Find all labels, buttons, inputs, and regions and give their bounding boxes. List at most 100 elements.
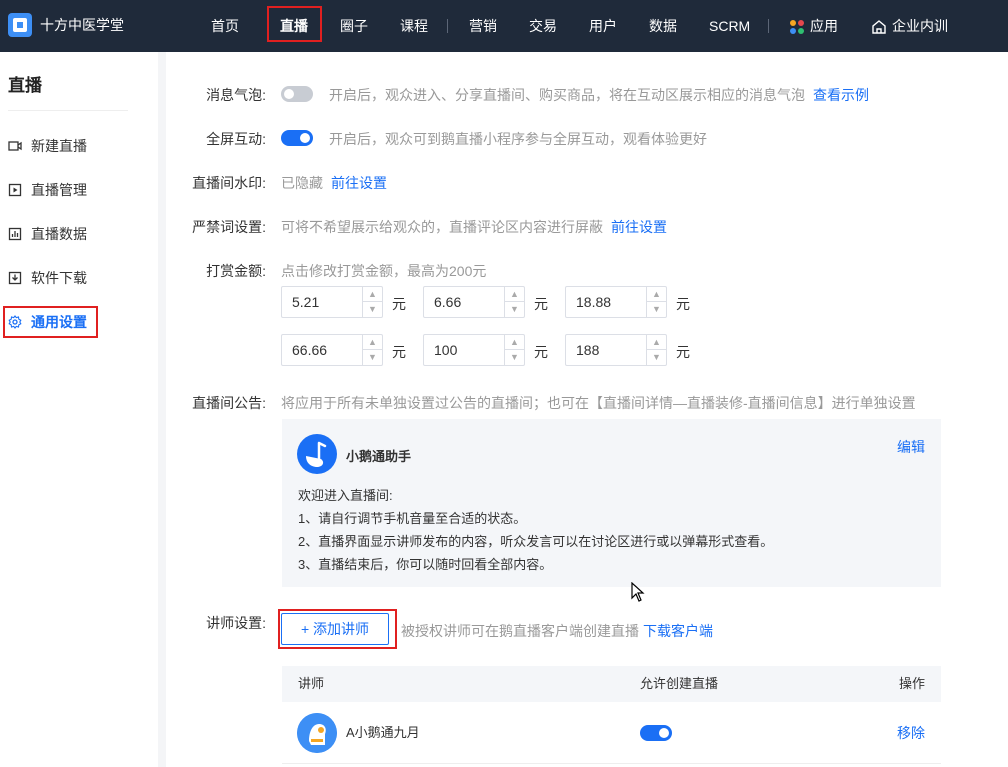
sidebar-item-label: 新建直播 <box>31 138 87 154</box>
notice-card: 小鹅通助手 编辑 欢迎进入直播间: 1、请自行调节手机音量至合适的状态。 2、直… <box>282 419 941 587</box>
sidebar-item-live-manage[interactable]: 直播管理 <box>8 180 87 200</box>
watermark-label: 直播间水印: <box>192 175 266 191</box>
nav-item-training[interactable]: 企业内训 <box>872 0 948 52</box>
bubble-desc: 开启后，观众进入、分享直播间、购买商品，将在互动区展示相应的消息气泡 <box>329 87 805 103</box>
chevron-up-icon[interactable]: ▲ <box>505 287 524 302</box>
banned-words-settings-link[interactable]: 前往设置 <box>611 217 667 237</box>
bubble-example-link[interactable]: 查看示例 <box>813 85 869 105</box>
reward-amount-value: 100 <box>434 342 458 358</box>
chevron-down-icon[interactable]: ▼ <box>505 302 524 317</box>
allow-create-toggle[interactable] <box>640 725 672 741</box>
sidebar-gutter <box>158 52 166 767</box>
table-row: A小鹅通九月 移除 <box>282 702 941 764</box>
reward-amount-input[interactable]: 188 ▲ ▼ <box>565 334 667 366</box>
nav-item-trade[interactable]: 交易 <box>529 0 557 52</box>
reward-unit: 元 <box>534 344 548 360</box>
nav-item-home[interactable]: 首页 <box>211 0 239 52</box>
mouse-cursor-icon <box>631 582 645 602</box>
brand-name: 十方中医学堂 <box>40 17 124 33</box>
reward-amount-input[interactable]: 18.88 ▲ ▼ <box>565 286 667 318</box>
remove-teacher-link[interactable]: 移除 <box>897 702 925 764</box>
sidebar-divider <box>8 110 128 111</box>
assistant-name: 小鹅通助手 <box>346 449 412 464</box>
sidebar-item-download[interactable]: 软件下载 <box>8 268 87 288</box>
chevron-up-icon[interactable]: ▲ <box>363 287 382 302</box>
banned-words-desc: 可将不希望展示给观众的，直播评论区内容进行屏蔽 <box>281 219 603 235</box>
stepper: ▲ ▼ <box>362 287 382 317</box>
video-camera-icon <box>8 141 22 151</box>
nav-training-label: 企业内训 <box>892 18 948 34</box>
banned-words-label: 严禁词设置: <box>192 219 266 235</box>
nav-apps-label: 应用 <box>810 18 838 34</box>
bubble-label: 消息气泡: <box>206 87 266 103</box>
teacher-name: A小鹅通九月 <box>346 725 420 740</box>
fullscreen-toggle[interactable] <box>281 130 313 146</box>
reward-amount-value: 5.21 <box>292 294 320 310</box>
col-action: 操作 <box>898 676 925 691</box>
building-icon <box>872 20 886 34</box>
download-icon <box>8 271 22 285</box>
bubble-toggle[interactable] <box>281 86 313 102</box>
teacher-label: 讲师设置: <box>206 615 266 631</box>
watermark-settings-link[interactable]: 前往设置 <box>331 173 387 193</box>
reward-amount-value: 18.88 <box>576 294 612 310</box>
sidebar-item-label: 软件下载 <box>31 270 87 286</box>
nav-item-data[interactable]: 数据 <box>649 0 677 52</box>
goose-mascot-icon <box>297 713 337 753</box>
nav-item-scrm[interactable]: SCRM <box>709 0 750 52</box>
chevron-down-icon[interactable]: ▼ <box>647 350 666 365</box>
notice-edit-link[interactable]: 编辑 <box>897 437 925 457</box>
sidebar-item-label: 直播管理 <box>31 182 87 198</box>
reward-amount-value: 6.66 <box>434 294 462 310</box>
reward-label: 打赏金额: <box>206 263 266 279</box>
chevron-up-icon[interactable]: ▲ <box>505 335 524 350</box>
bar-chart-icon <box>8 227 22 241</box>
chevron-up-icon[interactable]: ▲ <box>647 287 666 302</box>
stepper: ▲ ▼ <box>646 335 666 365</box>
chevron-up-icon[interactable]: ▲ <box>647 335 666 350</box>
stepper: ▲ ▼ <box>362 335 382 365</box>
chevron-down-icon[interactable]: ▼ <box>363 350 382 365</box>
teacher-desc: 被授权讲师可在鹅直播客户端创建直播 <box>401 623 639 639</box>
chevron-down-icon[interactable]: ▼ <box>647 302 666 317</box>
reward-desc: 点击修改打赏金额，最高为200元 <box>281 263 487 279</box>
add-teacher-highlight-box <box>278 609 397 649</box>
notice-line: 2、直播界面显示讲师发布的内容，听众发言可以在讨论区进行或以弹幕形式查看。 <box>298 534 774 549</box>
chevron-up-icon[interactable]: ▲ <box>363 335 382 350</box>
reward-unit: 元 <box>534 296 548 312</box>
sidebar-title: 直播 <box>8 76 42 95</box>
notice-label: 直播间公告: <box>192 395 266 411</box>
reward-amount-input[interactable]: 100 ▲ ▼ <box>423 334 525 366</box>
nav-item-apps[interactable]: 应用 <box>790 0 838 52</box>
nav-item-users[interactable]: 用户 <box>589 0 617 52</box>
play-square-icon <box>8 183 22 197</box>
stepper: ▲ ▼ <box>504 287 524 317</box>
fullscreen-label: 全屏互动: <box>206 131 266 147</box>
sidebar-item-label: 直播数据 <box>31 226 87 242</box>
chevron-down-icon[interactable]: ▼ <box>363 302 382 317</box>
brand[interactable]: 十方中医学堂 <box>8 13 124 37</box>
reward-unit: 元 <box>392 344 406 360</box>
avatar <box>297 713 337 753</box>
sidebar-item-live-data[interactable]: 直播数据 <box>8 224 87 244</box>
nav-item-circle[interactable]: 圈子 <box>340 0 368 52</box>
reward-amount-input[interactable]: 66.66 ▲ ▼ <box>281 334 383 366</box>
chevron-down-icon[interactable]: ▼ <box>505 350 524 365</box>
top-nav-bar: 十方中医学堂 首页 直播 圈子 课程 营销 交易 用户 数据 SCRM 应用 企… <box>0 0 1008 52</box>
nav-separator <box>768 19 769 33</box>
brand-logo-icon <box>8 13 32 37</box>
apps-icon <box>790 20 804 35</box>
notice-line: 1、请自行调节手机音量至合适的状态。 <box>298 511 527 526</box>
watermark-value: 已隐藏 <box>281 175 323 191</box>
reward-amount-input[interactable]: 5.21 ▲ ▼ <box>281 286 383 318</box>
col-allow-create: 允许创建直播 <box>640 676 719 691</box>
sidebar <box>0 52 158 767</box>
notice-line: 3、直播结束后，你可以随时回看全部内容。 <box>298 557 553 572</box>
nav-item-marketing[interactable]: 营销 <box>469 0 497 52</box>
reward-amount-input[interactable]: 6.66 ▲ ▼ <box>423 286 525 318</box>
sidebar-item-new-live[interactable]: 新建直播 <box>8 136 87 156</box>
nav-item-course[interactable]: 课程 <box>400 0 428 52</box>
col-teacher: 讲师 <box>298 676 325 691</box>
download-client-link[interactable]: 下载客户端 <box>643 621 713 641</box>
goose-note-icon <box>306 441 327 467</box>
